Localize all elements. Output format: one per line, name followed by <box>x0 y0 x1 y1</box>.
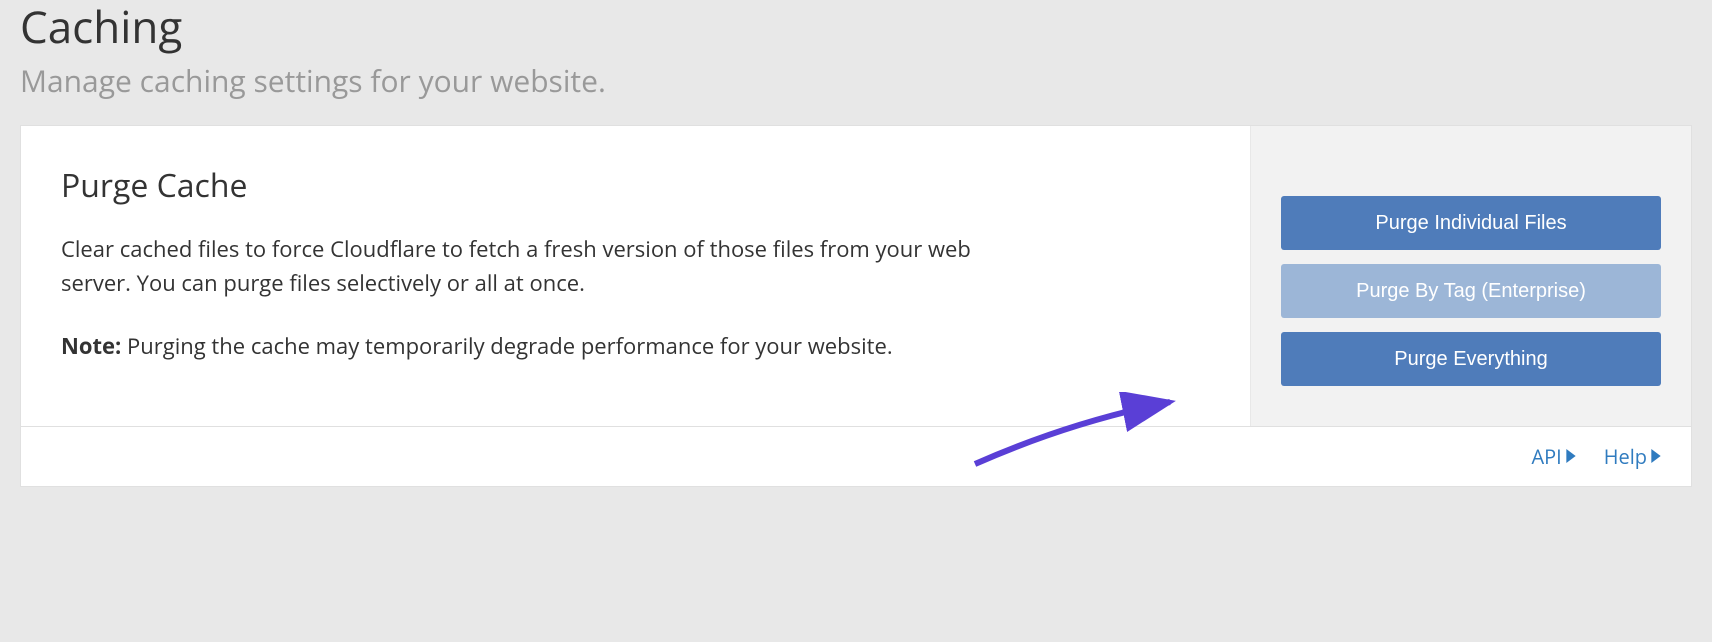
page-header: Caching Manage caching settings for your… <box>0 0 1712 125</box>
api-link-label: API <box>1531 443 1561 470</box>
card-description: Clear cached files to force Cloudflare t… <box>61 232 1031 300</box>
help-link-label: Help <box>1604 443 1647 470</box>
note-label: Note: <box>61 331 121 361</box>
card-footer: API Help <box>20 427 1692 487</box>
card-note: Note: Purging the cache may temporarily … <box>61 330 1210 363</box>
page-title: Caching <box>20 0 1692 53</box>
purge-by-tag-button: Purge By Tag (Enterprise) <box>1281 264 1661 318</box>
caret-right-icon <box>1566 449 1576 463</box>
card-content: Purge Cache Clear cached files to force … <box>21 126 1251 426</box>
purge-cache-card: Purge Cache Clear cached files to force … <box>20 125 1692 427</box>
purge-everything-button[interactable]: Purge Everything <box>1281 332 1661 386</box>
card-actions: Purge Individual Files Purge By Tag (Ent… <box>1251 126 1691 426</box>
help-link[interactable]: Help <box>1604 443 1661 470</box>
caret-right-icon <box>1651 449 1661 463</box>
note-text: Purging the cache may temporarily degrad… <box>121 331 892 361</box>
purge-individual-files-button[interactable]: Purge Individual Files <box>1281 196 1661 250</box>
card-heading: Purge Cache <box>61 164 1210 207</box>
api-link[interactable]: API <box>1531 443 1575 470</box>
page-subtitle: Manage caching settings for your website… <box>20 61 1692 100</box>
